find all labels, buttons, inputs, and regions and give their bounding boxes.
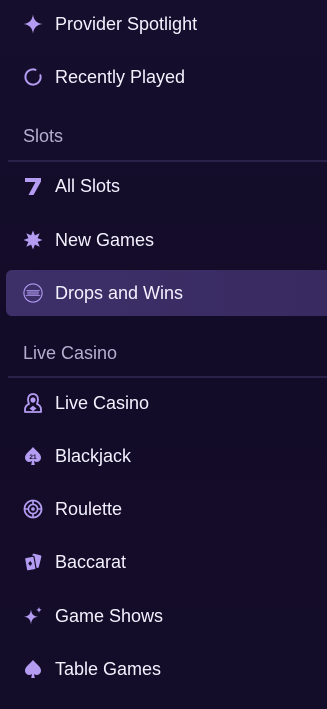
nav-item-provider-spotlight[interactable]: Provider Spotlight [6,1,327,47]
section-header-live-casino: Live Casino [23,343,118,363]
nav-label: Table Games [55,659,162,679]
nav-label: New Games [55,230,155,250]
seven-icon [22,175,44,197]
nav-item-table-games[interactable]: Table Games [6,646,327,692]
spade-icon [22,658,44,680]
nav-item-live-casino[interactable]: Live Casino [6,380,327,426]
nav-item-blackjack[interactable]: 21 Blackjack [6,433,327,479]
roulette-icon [22,498,44,520]
nav-item-game-shows[interactable]: Game Shows [6,593,327,639]
nav-label: Baccarat [55,552,127,572]
nav-item-recently-played[interactable]: Recently Played [6,54,327,100]
spade-21-icon: 21 [22,445,44,467]
nav-label: Roulette [55,499,123,519]
nav-label: Game Shows [55,606,164,626]
sidebar-nav: Provider Spotlight Recently Played Slots… [0,0,327,709]
nav-item-new-games[interactable]: New Games [6,217,327,263]
section-divider [8,376,327,378]
section-header-slots: Slots [23,126,64,146]
section-divider [8,160,327,162]
sparkle-icon [22,13,44,35]
loading-arc-icon [22,66,44,88]
nav-label: Live Casino [55,393,150,413]
nav-label: All Slots [55,176,121,196]
nav-item-baccarat[interactable]: Baccarat [6,539,327,585]
starburst-icon [22,229,44,251]
svg-text:21: 21 [29,454,37,461]
nav-item-all-slots[interactable]: All Slots [6,163,327,209]
dealer-icon [22,392,44,414]
sparkles-icon [22,605,44,627]
nav-label: Drops and Wins [55,283,184,303]
drops-and-wins-icon [22,282,44,304]
nav-item-roulette[interactable]: Roulette [6,486,327,532]
cards-icon [22,551,44,573]
nav-label: Provider Spotlight [55,14,198,34]
nav-label: Recently Played [55,67,186,87]
nav-item-drops-and-wins[interactable]: Drops and Wins [6,270,327,316]
nav-label: Blackjack [55,446,132,466]
